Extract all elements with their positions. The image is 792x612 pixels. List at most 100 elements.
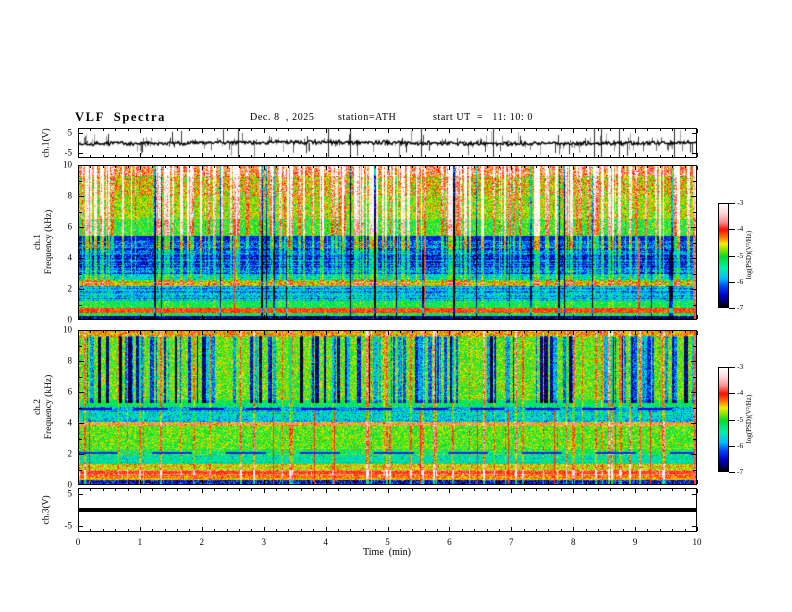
freq-tick <box>691 361 696 362</box>
x-minor-tick <box>363 317 364 319</box>
x-minor-tick <box>288 482 289 484</box>
colorbar-1-tick <box>729 282 735 283</box>
x-minor-tick <box>598 489 599 491</box>
x-minor-tick <box>511 331 512 335</box>
x-minor-tick <box>165 489 166 491</box>
x-minor-tick <box>623 331 624 333</box>
x-minor-tick <box>128 317 129 319</box>
freq-tick <box>79 377 82 378</box>
x-minor-tick <box>288 529 289 531</box>
x-minor-tick <box>338 166 339 168</box>
x-minor-tick <box>697 129 698 133</box>
x-tick-label: 8 <box>570 537 576 547</box>
x-minor-tick <box>227 482 228 484</box>
x-minor-tick <box>165 129 166 131</box>
x-minor-tick <box>152 155 153 157</box>
x-minor-tick <box>462 155 463 157</box>
x-minor-tick <box>251 529 252 531</box>
x-minor-tick <box>165 529 166 531</box>
x-minor-tick <box>511 489 512 493</box>
x-minor-tick <box>647 331 648 333</box>
x-minor-tick <box>697 527 698 531</box>
x-minor-tick <box>660 155 661 157</box>
freq-tick <box>693 408 696 409</box>
colorbar-2 <box>718 367 729 472</box>
freq-tick <box>79 274 82 275</box>
x-minor-tick <box>350 166 351 168</box>
x-minor-tick <box>239 331 240 333</box>
spec1-freq-label: 8 <box>67 190 73 201</box>
x-minor-tick <box>672 155 673 157</box>
freq-tick <box>79 361 84 362</box>
spec2-freq-label: 4 <box>67 417 73 428</box>
x-minor-tick <box>536 482 537 484</box>
x-tick-label: 9 <box>632 537 638 547</box>
x-minor-tick <box>610 482 611 484</box>
x-minor-tick <box>276 331 277 333</box>
x-minor-tick <box>276 489 277 491</box>
x-minor-tick <box>313 129 314 131</box>
x-minor-tick <box>412 482 413 484</box>
x-minor-tick <box>301 529 302 531</box>
x-minor-tick <box>400 482 401 484</box>
freq-tick <box>79 181 82 182</box>
x-minor-tick <box>177 529 178 531</box>
x-minor-tick <box>90 166 91 168</box>
x-minor-tick <box>288 155 289 157</box>
colorbar-1-tick <box>729 308 735 309</box>
x-minor-tick <box>499 166 500 168</box>
x-minor-tick <box>239 482 240 484</box>
x-minor-tick <box>685 155 686 157</box>
x-minor-tick <box>647 129 648 131</box>
x-minor-tick <box>301 331 302 333</box>
freq-tick <box>693 212 696 213</box>
x-minor-tick <box>511 527 512 531</box>
x-minor-tick <box>462 166 463 168</box>
x-minor-tick <box>202 166 203 170</box>
x-minor-tick <box>685 166 686 168</box>
ch1-ytick-label: -5 <box>64 147 73 158</box>
x-minor-tick <box>115 317 116 319</box>
x-minor-tick <box>189 155 190 157</box>
x-minor-tick <box>227 529 228 531</box>
x-minor-tick <box>326 331 327 335</box>
x-minor-tick <box>561 129 562 131</box>
x-minor-tick <box>487 529 488 531</box>
x-minor-tick <box>685 129 686 131</box>
x-minor-tick <box>437 331 438 333</box>
x-minor-tick <box>511 480 512 484</box>
x-minor-tick <box>660 317 661 319</box>
x-minor-tick <box>152 331 153 333</box>
x-minor-tick <box>326 527 327 531</box>
x-minor-tick <box>363 529 364 531</box>
x-minor-tick <box>388 153 389 157</box>
x-minor-tick <box>647 317 648 319</box>
x-minor-tick <box>499 331 500 333</box>
x-minor-tick <box>338 529 339 531</box>
freq-tick <box>79 243 82 244</box>
x-minor-tick <box>375 331 376 333</box>
x-minor-tick <box>573 315 574 319</box>
freq-tick <box>79 212 82 213</box>
volt-tick <box>692 526 696 527</box>
x-minor-tick <box>412 155 413 157</box>
x-minor-tick <box>586 489 587 491</box>
x-minor-tick <box>623 166 624 168</box>
x-minor-tick <box>251 129 252 131</box>
x-minor-tick <box>536 529 537 531</box>
x-minor-tick <box>152 489 153 491</box>
x-minor-tick <box>561 529 562 531</box>
x-minor-tick <box>623 129 624 131</box>
x-minor-tick <box>400 155 401 157</box>
x-minor-tick <box>115 482 116 484</box>
x-minor-tick <box>548 489 549 491</box>
x-minor-tick <box>598 317 599 319</box>
x-minor-tick <box>140 129 141 133</box>
x-minor-tick <box>598 331 599 333</box>
x-minor-tick <box>214 529 215 531</box>
x-minor-tick <box>474 166 475 168</box>
x-minor-tick <box>548 482 549 484</box>
x-minor-tick <box>524 529 525 531</box>
x-minor-tick <box>449 166 450 170</box>
ch2-spec-channel-label: ch.2 <box>33 398 43 416</box>
